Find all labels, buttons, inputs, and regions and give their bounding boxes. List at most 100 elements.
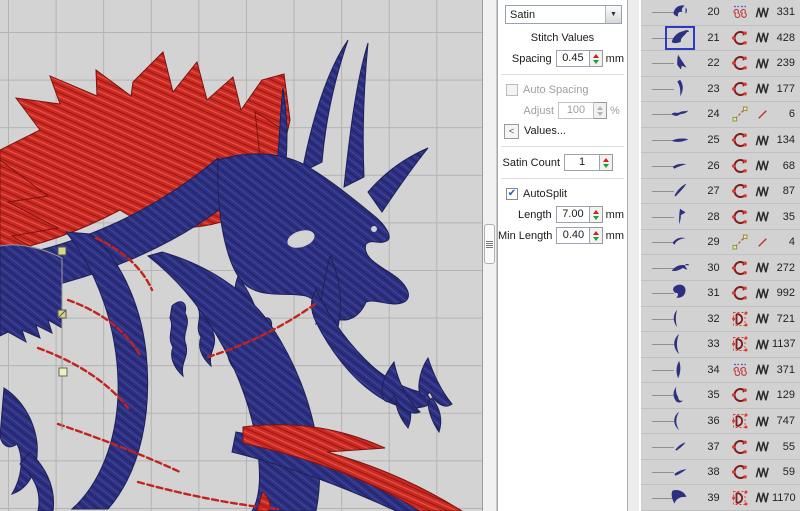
object-thumbnail-cell[interactable] xyxy=(641,204,700,229)
object-list-row[interactable]: 30272 xyxy=(641,255,800,281)
object-thumbnail[interactable] xyxy=(665,77,695,101)
column-d-icon[interactable] xyxy=(727,335,753,353)
object-thumbnail[interactable] xyxy=(665,154,695,178)
object-list-row[interactable]: 294 xyxy=(641,230,800,256)
length-stepper[interactable] xyxy=(590,206,602,223)
zigzag-icon[interactable] xyxy=(753,361,772,378)
run-line-icon[interactable] xyxy=(753,106,772,123)
panel-splitter[interactable] xyxy=(483,0,497,511)
zigzag-icon[interactable] xyxy=(753,387,772,404)
object-list-row[interactable]: 31992 xyxy=(641,281,800,307)
object-thumbnail-cell[interactable] xyxy=(641,460,700,485)
object-thumbnail[interactable] xyxy=(665,307,695,331)
object-thumbnail-cell[interactable] xyxy=(641,307,700,332)
splitter-grip-handle[interactable] xyxy=(484,224,495,264)
zigzag-icon[interactable] xyxy=(753,132,772,149)
auto-spacing-checkbox[interactable] xyxy=(506,84,518,96)
satin-column-icon[interactable] xyxy=(727,386,753,404)
object-list-row[interactable]: 246 xyxy=(641,102,800,128)
fill-object-icon[interactable] xyxy=(727,3,753,21)
run-stitch-icon[interactable] xyxy=(727,233,753,251)
object-thumbnail[interactable] xyxy=(665,102,695,126)
object-list-row[interactable]: 23177 xyxy=(641,77,800,103)
object-thumbnail[interactable] xyxy=(665,128,695,152)
object-thumbnail[interactable] xyxy=(665,435,695,459)
stitch-type-dropdown[interactable]: Satin ▼ xyxy=(505,5,622,24)
fill-object-icon[interactable] xyxy=(727,361,753,379)
object-list-row[interactable]: 32721 xyxy=(641,307,800,333)
zigzag-icon[interactable] xyxy=(753,489,772,506)
object-thumbnail-cell[interactable] xyxy=(641,51,700,76)
object-list-row[interactable]: 2835 xyxy=(641,204,800,230)
zigzag-icon[interactable] xyxy=(753,310,772,327)
spacing-stepper[interactable] xyxy=(590,50,602,67)
object-list-row[interactable]: 34371 xyxy=(641,358,800,384)
object-list-row[interactable]: 22239 xyxy=(641,51,800,77)
satin-column-icon[interactable] xyxy=(727,438,753,456)
object-list-row[interactable]: 21428 xyxy=(641,26,800,52)
zigzag-icon[interactable] xyxy=(753,29,772,46)
object-thumbnail[interactable] xyxy=(665,179,695,203)
object-thumbnail-cell[interactable] xyxy=(641,409,700,434)
object-thumbnail-cell[interactable] xyxy=(641,230,700,255)
object-thumbnail[interactable] xyxy=(665,281,695,305)
object-thumbnail-cell[interactable] xyxy=(641,358,700,383)
selected-object-thumbnail[interactable] xyxy=(665,26,695,50)
object-thumbnail[interactable] xyxy=(665,460,695,484)
object-list-row[interactable]: 391170 xyxy=(641,485,800,511)
object-thumbnail[interactable] xyxy=(665,409,695,433)
satin-column-icon[interactable] xyxy=(727,29,753,47)
run-line-icon[interactable] xyxy=(753,234,772,251)
zigzag-icon[interactable] xyxy=(753,208,772,225)
object-thumbnail-cell[interactable] xyxy=(641,102,700,127)
selection-node[interactable] xyxy=(59,368,67,376)
object-list-row[interactable]: 2787 xyxy=(641,179,800,205)
zigzag-icon[interactable] xyxy=(753,413,772,430)
adjust-stepper[interactable] xyxy=(594,102,607,119)
object-list-row[interactable]: 20331 xyxy=(641,0,800,26)
satin-column-icon[interactable] xyxy=(727,463,753,481)
zigzag-icon[interactable] xyxy=(753,285,772,302)
values-expand-button[interactable]: < xyxy=(504,124,519,139)
satin-column-icon[interactable] xyxy=(727,157,753,175)
object-thumbnail-cell[interactable] xyxy=(641,153,700,178)
object-thumbnail[interactable] xyxy=(665,383,695,407)
satin-column-icon[interactable] xyxy=(727,131,753,149)
object-thumbnail-cell[interactable] xyxy=(641,485,700,510)
object-thumbnail-cell[interactable] xyxy=(641,383,700,408)
design-canvas[interactable] xyxy=(0,0,483,511)
zigzag-icon[interactable] xyxy=(753,157,772,174)
object-thumbnail[interactable] xyxy=(665,230,695,254)
length-input[interactable]: 7.00 xyxy=(556,206,591,223)
object-thumbnail-cell[interactable] xyxy=(641,255,700,280)
selection-node[interactable] xyxy=(58,247,66,255)
satin-count-stepper[interactable] xyxy=(600,154,613,171)
object-thumbnail[interactable] xyxy=(665,51,695,75)
object-thumbnail[interactable] xyxy=(665,205,695,229)
zigzag-icon[interactable] xyxy=(753,4,772,21)
satin-column-icon[interactable] xyxy=(727,80,753,98)
adjust-input[interactable]: 100 xyxy=(558,102,594,119)
object-list-row[interactable]: 3859 xyxy=(641,460,800,486)
object-thumbnail[interactable] xyxy=(665,358,695,382)
object-thumbnail-cell[interactable] xyxy=(641,26,700,51)
dropdown-button[interactable]: ▼ xyxy=(605,6,621,23)
spacing-input[interactable]: 0.45 xyxy=(556,50,591,67)
min-length-stepper[interactable] xyxy=(590,227,602,244)
autosplit-checkbox[interactable]: ✔ xyxy=(506,188,518,200)
min-length-input[interactable]: 0.40 xyxy=(556,227,590,244)
satin-count-input[interactable]: 1 xyxy=(564,154,600,171)
zigzag-icon[interactable] xyxy=(753,438,772,455)
satin-column-icon[interactable] xyxy=(727,259,753,277)
column-d-icon[interactable] xyxy=(727,310,753,328)
zigzag-icon[interactable] xyxy=(753,55,772,72)
object-thumbnail-cell[interactable] xyxy=(641,332,700,357)
column-d-icon[interactable] xyxy=(727,489,753,507)
object-thumbnail[interactable] xyxy=(665,0,695,24)
run-stitch-icon[interactable] xyxy=(727,105,753,123)
object-list-row[interactable]: 36747 xyxy=(641,409,800,435)
object-thumbnail-cell[interactable] xyxy=(641,179,700,204)
object-list-row[interactable]: 331137 xyxy=(641,332,800,358)
object-thumbnail-cell[interactable] xyxy=(641,0,700,25)
object-list-row[interactable]: 2668 xyxy=(641,153,800,179)
